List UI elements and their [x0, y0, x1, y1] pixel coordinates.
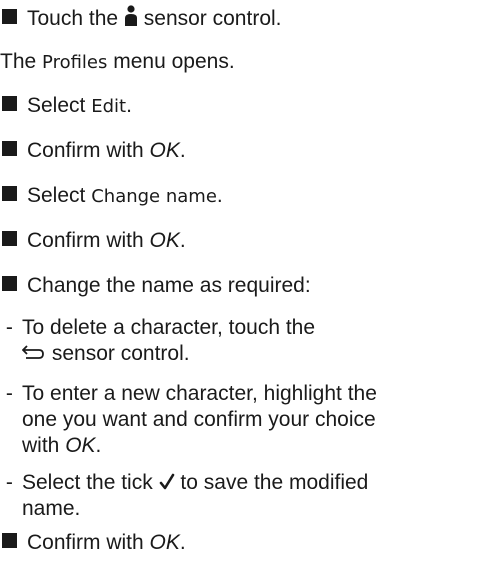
ui-label-edit: Edit [91, 96, 127, 117]
ok-label: OK [149, 531, 180, 554]
substep-text-post: to save the modified [180, 471, 369, 494]
substep-text-post: . [95, 434, 102, 457]
ok-label: OK [149, 139, 180, 162]
step-text-post: . [179, 229, 186, 252]
step-text: Select [27, 94, 86, 117]
substep-text: Select the tick [22, 471, 153, 494]
step-text-post: . [179, 531, 186, 554]
step-text: Change the name as required: [27, 274, 311, 297]
step-text-post: sensor control. [143, 7, 282, 30]
bullet-square [2, 141, 17, 156]
step-confirm-ok-1: Confirm with OK. [0, 138, 186, 164]
step-text: Confirm with [27, 139, 144, 162]
bullet-square [2, 96, 17, 111]
substep-line-3: with OK. [22, 433, 477, 459]
substep-text: sensor control. [51, 342, 190, 365]
step-text: Touch the [27, 7, 119, 30]
substep-select-tick: - Select the tick to save the modified n… [0, 470, 481, 522]
substep-enter-character: - To enter a new character, highlight th… [0, 381, 481, 459]
result-text-pre: The [0, 50, 37, 73]
step-select-change-name: Select Change name. [0, 183, 223, 210]
step-change-name: Change the name as required: [0, 273, 311, 299]
dash-bullet: - [0, 316, 13, 339]
bullet-square [2, 9, 17, 24]
substep-line-1: Select the tick to save the modified [22, 470, 477, 496]
step-confirm-ok-2: Confirm with OK. [0, 228, 186, 254]
ok-label: OK [149, 229, 180, 252]
step-text: Confirm with [27, 531, 144, 554]
tick-icon [159, 473, 174, 490]
bullet-square [2, 186, 17, 201]
ui-label-profiles: Profiles [42, 52, 108, 73]
substep-delete-character: - To delete a character, touch the senso… [0, 315, 481, 367]
step-confirm-ok-3: Confirm with OK. [0, 530, 186, 556]
substep-line-2: sensor control. [21, 341, 477, 367]
substep-line: name. [22, 497, 81, 520]
dash-bullet: - [0, 471, 13, 494]
step-text: Confirm with [27, 229, 144, 252]
substep-line: one you want and confirm your choice [22, 408, 376, 431]
bullet-square [2, 231, 17, 246]
bullet-square [2, 533, 17, 548]
step-select-edit: Select Edit. [0, 93, 132, 120]
result-text-post: menu opens. [113, 50, 235, 73]
step-text-post: . [126, 94, 132, 117]
substep-line: To enter a new character, highlight the [22, 382, 377, 405]
back-arrow-icon [21, 345, 44, 359]
step-text-post: . [179, 139, 186, 162]
substep-line: To delete a character, touch the [22, 316, 316, 339]
step-text: Select [27, 184, 86, 207]
dash-bullet: - [0, 382, 13, 405]
person-icon [124, 5, 137, 26]
bullet-square [2, 276, 17, 291]
step-touch-sensor: Touch the sensor control. [0, 5, 282, 32]
ok-label: OK [65, 434, 96, 457]
ui-label-change-name: Change name [91, 186, 217, 207]
step-text-post: . [216, 184, 223, 207]
substep-text: with [22, 434, 60, 457]
result-profiles-menu: The Profiles menu opens. [0, 49, 235, 76]
